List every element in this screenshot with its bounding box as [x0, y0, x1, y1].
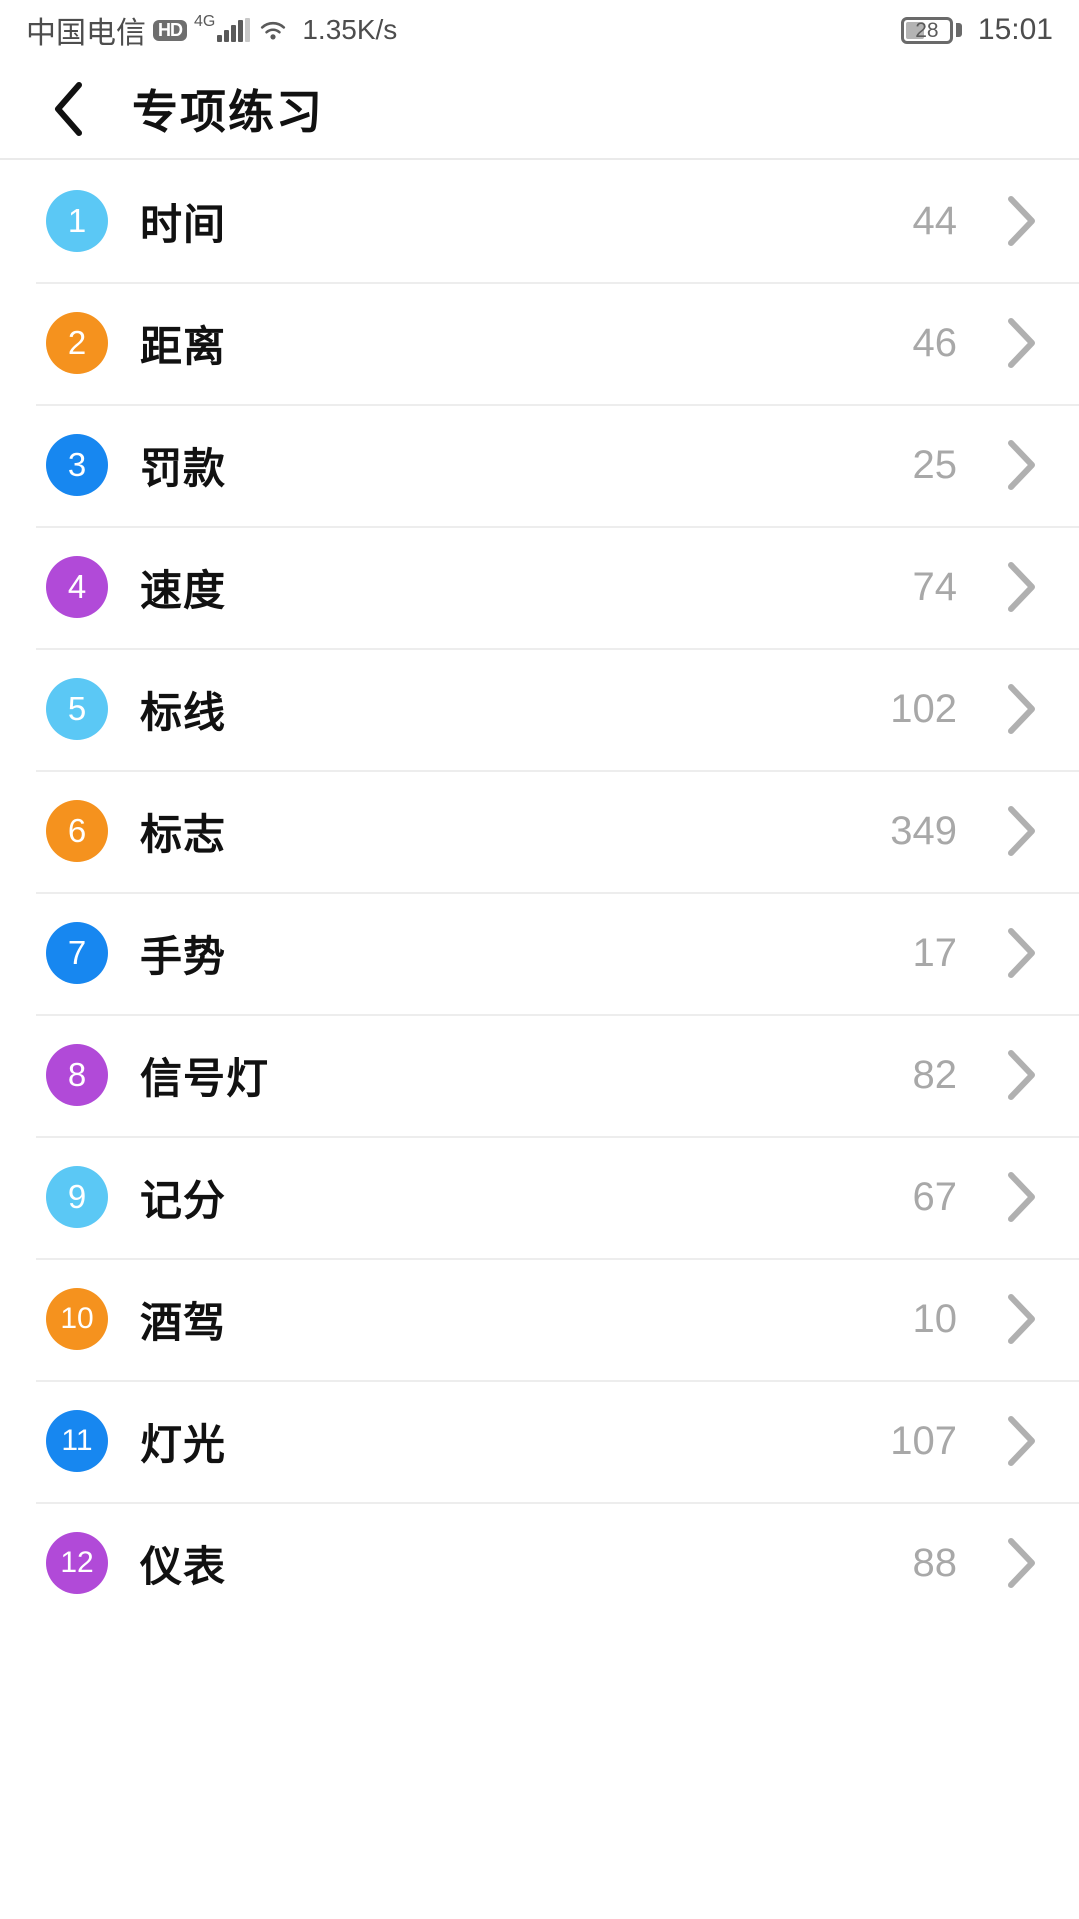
list-item[interactable]: 4 速度 74 — [0, 526, 1079, 648]
network-speed-label: 1.35K/s — [302, 14, 398, 45]
list-item[interactable]: 3 罚款 25 — [0, 404, 1079, 526]
list-item-index-badge: 6 — [46, 800, 108, 862]
signal-bars-glyph — [217, 18, 251, 42]
list-item-index-badge: 5 — [46, 678, 108, 740]
chevron-right-icon — [1003, 805, 1039, 857]
list-item-label: 灯光 — [140, 1420, 227, 1468]
page-header: 专项练习 — [0, 60, 1079, 160]
chevron-right-icon — [1003, 1293, 1039, 1345]
clock-label: 15:01 — [977, 13, 1053, 46]
list-item-index-badge: 10 — [46, 1288, 108, 1350]
list-item-index-badge: 12 — [46, 1532, 108, 1594]
signal-bars-icon: 4G — [194, 14, 251, 42]
chevron-right-icon — [1003, 1049, 1039, 1101]
list-item-count: 44 — [912, 198, 958, 243]
list-item-count: 67 — [912, 1174, 958, 1219]
list-item-label: 时间 — [140, 200, 227, 248]
chevron-right-icon — [1003, 683, 1039, 735]
list-item-count: 102 — [890, 686, 957, 731]
list-item-label: 信号灯 — [140, 1054, 270, 1102]
list-item[interactable]: 8 信号灯 82 — [0, 1014, 1079, 1136]
chevron-right-icon — [1003, 195, 1039, 247]
list-item-count: 74 — [912, 564, 958, 609]
list-item-label: 速度 — [140, 566, 227, 614]
list-item-label: 记分 — [140, 1176, 227, 1224]
list-item-index-badge: 1 — [46, 190, 108, 252]
list-item-index-badge: 7 — [46, 922, 108, 984]
list-item-count: 82 — [912, 1052, 958, 1097]
list-item[interactable]: 9 记分 67 — [0, 1136, 1079, 1258]
status-bar-left: 中国电信 HD 4G 1.35K/s — [26, 8, 901, 52]
status-bar-right: 28 15:01 — [900, 13, 1053, 47]
back-chevron-icon — [51, 81, 85, 137]
list-item-count: 349 — [890, 808, 957, 853]
network-type-label: 4G — [194, 13, 216, 30]
list-item[interactable]: 5 标线 102 — [0, 648, 1079, 770]
list-item-count: 10 — [912, 1296, 958, 1341]
list-item-index-badge: 2 — [46, 312, 108, 374]
list-item-count: 88 — [912, 1540, 958, 1585]
chevron-right-icon — [1003, 561, 1039, 613]
page-title: 专项练习 — [132, 86, 324, 138]
list-item-index-badge: 11 — [46, 1410, 108, 1472]
battery-level-label: 28 — [915, 18, 939, 42]
list-item[interactable]: 12 仪表 88 — [0, 1502, 1079, 1624]
list-item-label: 酒驾 — [140, 1298, 227, 1346]
carrier-label: 中国电信 — [26, 17, 146, 50]
list-item-index-badge: 3 — [46, 434, 108, 496]
list-item-label: 距离 — [140, 322, 227, 370]
chevron-right-icon — [1003, 439, 1039, 491]
list-item-index-badge: 4 — [46, 556, 108, 618]
list-item-label: 标志 — [140, 810, 227, 858]
list-item[interactable]: 7 手势 17 — [0, 892, 1079, 1014]
list-item-label: 标线 — [140, 688, 227, 736]
chevron-right-icon — [1003, 1171, 1039, 1223]
list-item[interactable]: 2 距离 46 — [0, 282, 1079, 404]
battery-icon: 28 — [900, 16, 962, 44]
list-item-label: 手势 — [140, 932, 227, 980]
list-item-count: 17 — [912, 930, 958, 975]
list-item[interactable]: 6 标志 349 — [0, 770, 1079, 892]
list-item[interactable]: 11 灯光 107 — [0, 1380, 1079, 1502]
list-item-count: 46 — [912, 320, 958, 365]
back-button[interactable] — [40, 79, 96, 139]
list-item-index-badge: 9 — [46, 1166, 108, 1228]
battery-body: 28 — [900, 16, 953, 44]
list-item-label: 仪表 — [140, 1542, 227, 1590]
wifi-icon — [257, 18, 289, 42]
list-item[interactable]: 1 时间 44 — [0, 160, 1079, 282]
list-item[interactable]: 10 酒驾 10 — [0, 1258, 1079, 1380]
hd-icon: HD — [153, 19, 187, 41]
practice-category-list: 1 时间 44 2 距离 46 3 罚款 25 4 速度 74 5 标线 102 6 标志 349 7 手势 17 8 信号… — [0, 160, 1079, 1624]
list-item-label: 罚款 — [140, 444, 227, 492]
list-item-count: 107 — [890, 1418, 957, 1463]
list-item-index-badge: 8 — [46, 1044, 108, 1106]
battery-cap — [955, 23, 962, 37]
chevron-right-icon — [1003, 317, 1039, 369]
app-root: 中国电信 HD 4G 1.35K/s 28 15:01 专项练习 1 时间 44… — [0, 0, 1079, 1919]
list-item-count: 25 — [912, 442, 958, 487]
status-bar: 中国电信 HD 4G 1.35K/s 28 15:01 — [0, 0, 1079, 60]
chevron-right-icon — [1003, 1537, 1039, 1589]
chevron-right-icon — [1003, 927, 1039, 979]
chevron-right-icon — [1003, 1415, 1039, 1467]
